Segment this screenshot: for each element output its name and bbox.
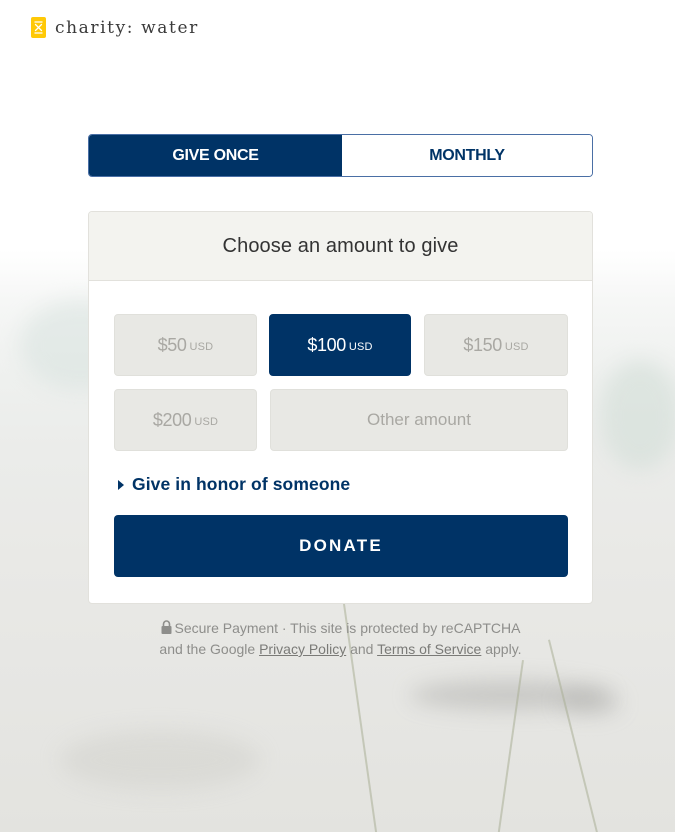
lock-icon	[161, 620, 172, 634]
give-once-tab[interactable]: GIVE ONCE	[89, 135, 342, 176]
donate-button[interactable]: DONATE	[114, 515, 568, 577]
other-amount-input[interactable]: Other amount	[270, 389, 568, 451]
secure-payment-text: Secure Payment · This site is protected …	[174, 620, 521, 636]
grass-stem	[548, 639, 598, 832]
footer-text: and	[350, 641, 374, 657]
amount-option-200[interactable]: $200 USD	[114, 389, 257, 451]
brand-name: charity: water	[55, 17, 199, 38]
other-amount-placeholder: Other amount	[367, 410, 471, 429]
footer-text: apply.	[485, 641, 522, 657]
amount-currency: USD	[194, 415, 219, 428]
jerry-can-icon	[31, 16, 46, 38]
amount-option-50[interactable]: $50 USD	[114, 314, 257, 376]
caret-right-icon	[118, 479, 124, 490]
amount-currency: USD	[189, 340, 214, 353]
footer-line-1: Secure Payment · This site is protected …	[88, 618, 593, 639]
bg-blur	[600, 360, 675, 470]
amount-currency: USD	[504, 340, 529, 353]
frequency-toggle: GIVE ONCE MONTHLY	[88, 134, 593, 177]
amount-value: $100	[307, 334, 346, 355]
give-in-honor-label: Give in honor of someone	[132, 474, 351, 494]
secure-payment-notice: Secure Payment · This site is protected …	[88, 618, 593, 660]
bg-blur	[560, 690, 620, 715]
amount-value: $150	[463, 334, 502, 355]
amount-currency: USD	[348, 340, 373, 353]
amount-value: $50	[157, 334, 187, 355]
amount-option-150[interactable]: $150 USD	[424, 314, 568, 376]
amount-value: $200	[152, 409, 192, 430]
terms-of-service-link[interactable]: Terms of Service	[377, 641, 481, 657]
monthly-tab[interactable]: MONTHLY	[342, 135, 592, 176]
amount-option-100[interactable]: $100 USD	[269, 314, 411, 376]
footer-text: and the Google	[159, 641, 256, 657]
charity-water-logo[interactable]: charity: water	[31, 15, 199, 39]
give-in-honor-toggle[interactable]: Give in honor of someone	[118, 474, 350, 495]
privacy-policy-link[interactable]: Privacy Policy	[259, 641, 346, 657]
donation-card: Choose an amount to give $50 USD $100 US…	[88, 211, 593, 604]
card-title: Choose an amount to give	[222, 234, 459, 257]
footer-line-2: and the Google Privacy Policy and Terms …	[88, 639, 593, 660]
bg-blur	[60, 730, 260, 790]
card-header: Choose an amount to give	[89, 212, 592, 281]
